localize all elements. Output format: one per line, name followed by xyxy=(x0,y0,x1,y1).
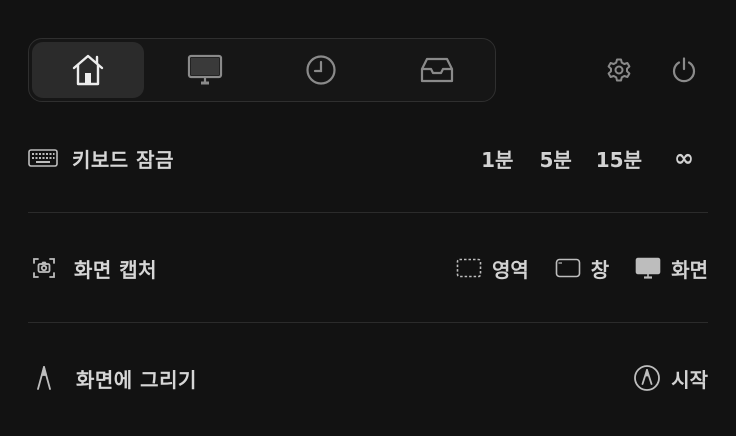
keyboard-lock-label: 키보드 잠금 xyxy=(28,138,174,178)
clock-icon xyxy=(305,54,337,86)
screen-capture-row: 화면 캡처 영역 창 화면 xyxy=(28,248,708,288)
start-draw-label: 시작 xyxy=(671,367,708,392)
keyboard-lock-options: 1분 5분 15분 ∞ xyxy=(481,138,708,178)
camera-icon xyxy=(32,256,56,280)
power-button[interactable] xyxy=(666,52,702,88)
screen-draw-row: 화면에 그리기 시작 xyxy=(28,358,708,398)
lock-infinite-option[interactable]: ∞ xyxy=(674,144,694,172)
capture-region-label: 영역 xyxy=(491,257,529,282)
screen-capture-text: 화면 캡처 xyxy=(74,257,158,282)
home-icon xyxy=(70,53,106,87)
tab-display[interactable] xyxy=(149,42,261,98)
pen-circle-icon xyxy=(633,364,661,392)
divider xyxy=(28,322,708,323)
settings-button[interactable] xyxy=(601,52,637,88)
window-icon xyxy=(555,258,581,278)
monitor-icon xyxy=(635,257,661,279)
screen-capture-options: 영역 창 화면 xyxy=(456,248,708,288)
keyboard-lock-text: 키보드 잠금 xyxy=(72,147,174,172)
capture-screen-label: 화면 xyxy=(671,257,708,282)
screen-capture-label: 화면 캡처 xyxy=(32,248,157,288)
lock-1min-option[interactable]: 1분 xyxy=(481,144,513,173)
tab-timer[interactable] xyxy=(265,42,377,98)
screen-draw-text: 화면에 그리기 xyxy=(76,367,197,392)
divider xyxy=(28,212,708,213)
screen-draw-label: 화면에 그리기 xyxy=(34,358,197,398)
inbox-icon xyxy=(419,55,455,85)
lock-15min-option[interactable]: 15분 xyxy=(596,144,642,173)
tab-home[interactable] xyxy=(32,42,144,98)
screen-draw-options: 시작 xyxy=(633,358,708,398)
dashed-region-icon xyxy=(456,258,482,278)
capture-screen-option[interactable]: 화면 xyxy=(635,254,708,283)
start-draw-button[interactable]: 시작 xyxy=(633,364,708,393)
tab-bar xyxy=(28,38,496,102)
capture-window-label: 창 xyxy=(590,257,610,282)
pen-nib-icon xyxy=(34,365,54,391)
capture-window-option[interactable]: 창 xyxy=(555,254,609,283)
power-icon xyxy=(670,56,698,84)
lock-5min-option[interactable]: 5분 xyxy=(539,144,571,173)
gear-icon xyxy=(605,56,633,84)
capture-region-option[interactable]: 영역 xyxy=(456,254,529,283)
monitor-icon xyxy=(187,54,223,86)
tab-tray[interactable] xyxy=(381,42,493,98)
keyboard-icon xyxy=(28,148,58,168)
keyboard-lock-row: 키보드 잠금 1분 5분 15분 ∞ xyxy=(28,138,708,178)
